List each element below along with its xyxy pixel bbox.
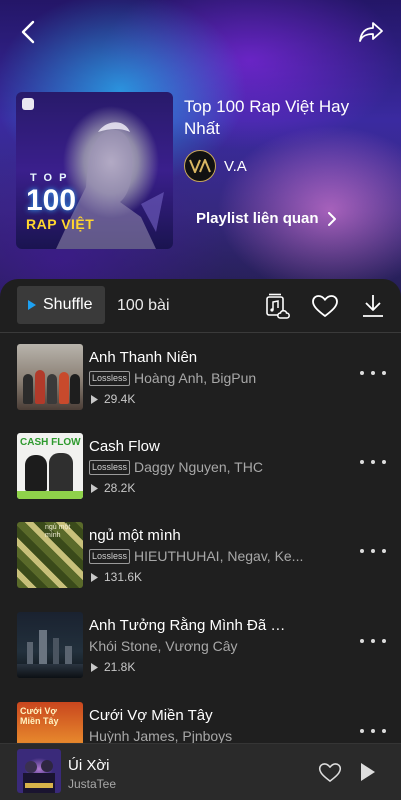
more-options-button[interactable] xyxy=(360,363,386,383)
song-plays: 131.6K xyxy=(91,570,142,584)
back-button[interactable] xyxy=(10,14,46,50)
song-artists: HIEUTHUHAI, Negav, Ke... xyxy=(134,548,304,564)
sync-library-button[interactable] xyxy=(262,291,292,321)
playlist-artist[interactable]: V.A xyxy=(184,150,247,182)
more-options-button[interactable] xyxy=(360,721,386,741)
lossless-badge: Lossless xyxy=(89,548,131,564)
song-thumbnail xyxy=(17,344,83,410)
play-count-icon xyxy=(91,483,98,493)
like-playlist-button[interactable] xyxy=(310,291,340,321)
song-title: Anh Thanh Niên xyxy=(89,349,198,366)
song-row[interactable]: CASH FLOW Cash Flow Lossless Daggy Nguye… xyxy=(0,430,401,500)
song-title: ngủ một mình xyxy=(89,527,181,544)
related-playlists-link[interactable]: Playlist liên quan xyxy=(196,210,337,227)
song-meta: Lossless HIEUTHUHAI, Negav, Ke... xyxy=(89,548,329,564)
playlist-title: Top 100 Rap Việt Hay Nhất xyxy=(184,97,350,138)
shuffle-button[interactable]: Shuffle xyxy=(17,286,105,324)
related-playlists-label: Playlist liên quan xyxy=(196,210,319,227)
action-bar-divider xyxy=(0,332,401,333)
song-title: Cash Flow xyxy=(89,438,160,455)
now-playing-art xyxy=(23,760,55,793)
play-count: 21.8K xyxy=(104,660,136,674)
va-logo-icon xyxy=(189,159,211,173)
share-button[interactable] xyxy=(353,14,389,50)
song-thumbnail xyxy=(17,612,83,678)
heart-icon xyxy=(312,295,338,317)
download-icon xyxy=(363,295,383,317)
shuffle-label: Shuffle xyxy=(43,296,93,313)
song-meta: Lossless Hoàng Anh, BigPun xyxy=(89,370,329,386)
now-playing-artist: JustaTee xyxy=(68,777,117,791)
thumb-label: ngủ một mình xyxy=(45,524,71,539)
song-meta: Khói Stone, Vương Cây xyxy=(89,638,329,654)
more-options-button[interactable] xyxy=(360,541,386,561)
song-thumbnail: CASH FLOW xyxy=(17,433,83,499)
song-artists: Khói Stone, Vương Cây xyxy=(89,638,238,654)
song-plays: 28.2K xyxy=(91,481,135,495)
more-options-button[interactable] xyxy=(360,631,386,651)
cover-number-text: 100 xyxy=(26,184,77,217)
song-count: 100 bài xyxy=(117,297,170,314)
playlist-cover: TOP 100 RAP VIỆT xyxy=(16,92,173,249)
play-count: 29.4K xyxy=(104,392,136,406)
action-bar: Shuffle 100 bài xyxy=(0,279,401,333)
lossless-badge: Lossless xyxy=(89,370,131,386)
song-row[interactable]: ngủ một mình ngủ một mình Lossless HIEUT… xyxy=(0,519,401,589)
play-count-icon xyxy=(91,394,98,404)
thumb-label: Cưới Vợ Miền Tây xyxy=(20,706,59,726)
thumb-label: CASH FLOW xyxy=(20,437,81,448)
play-icon xyxy=(361,763,375,781)
artist-name: V.A xyxy=(224,157,247,175)
play-button[interactable] xyxy=(356,760,380,784)
chevron-right-icon xyxy=(327,211,336,226)
heart-icon xyxy=(318,762,342,782)
play-count-icon xyxy=(91,662,98,672)
download-button[interactable] xyxy=(358,291,388,321)
more-options-button[interactable] xyxy=(360,452,386,472)
song-plays: 21.8K xyxy=(91,660,135,674)
song-thumbnail: ngủ một mình xyxy=(17,522,83,588)
song-list-panel: Shuffle 100 bài Anh Thanh Niên Lossless … xyxy=(0,279,401,800)
song-meta: Huỳnh James, Pjnboys xyxy=(89,728,329,744)
play-triangle-icon xyxy=(28,300,36,310)
play-count: 131.6K xyxy=(104,570,143,584)
song-title: Cưới Vợ Miền Tây xyxy=(89,707,213,724)
play-count-icon xyxy=(91,572,98,582)
song-plays: 29.4K xyxy=(91,392,135,406)
play-count: 28.2K xyxy=(104,481,136,495)
like-song-button[interactable] xyxy=(317,760,343,784)
now-playing-title: Úi Xời xyxy=(68,757,110,774)
song-title: Anh Tưởng Rằng Mình Đã Q... xyxy=(89,617,289,634)
song-artists: Huỳnh James, Pjnboys xyxy=(89,728,233,744)
song-row[interactable]: Anh Thanh Niên Lossless Hoàng Anh, BigPu… xyxy=(0,341,401,411)
back-arrow-icon xyxy=(21,20,35,44)
artist-avatar xyxy=(184,150,216,182)
cloud-music-icon xyxy=(266,293,290,319)
song-meta: Lossless Daggy Nguyen, THC xyxy=(89,459,329,475)
now-playing-thumbnail xyxy=(17,749,61,793)
song-artists: Hoàng Anh, BigPun xyxy=(134,370,257,386)
share-icon xyxy=(359,22,383,42)
cover-top-text: TOP xyxy=(30,172,74,184)
lossless-badge: Lossless xyxy=(89,459,131,475)
mini-player[interactable]: Úi Xời JustaTee xyxy=(0,743,401,800)
song-row[interactable]: Anh Tưởng Rằng Mình Đã Q... Khói Stone, … xyxy=(0,609,401,679)
cover-rap-text: RAP VIỆT xyxy=(26,216,95,232)
song-artists: Daggy Nguyen, THC xyxy=(134,459,263,475)
